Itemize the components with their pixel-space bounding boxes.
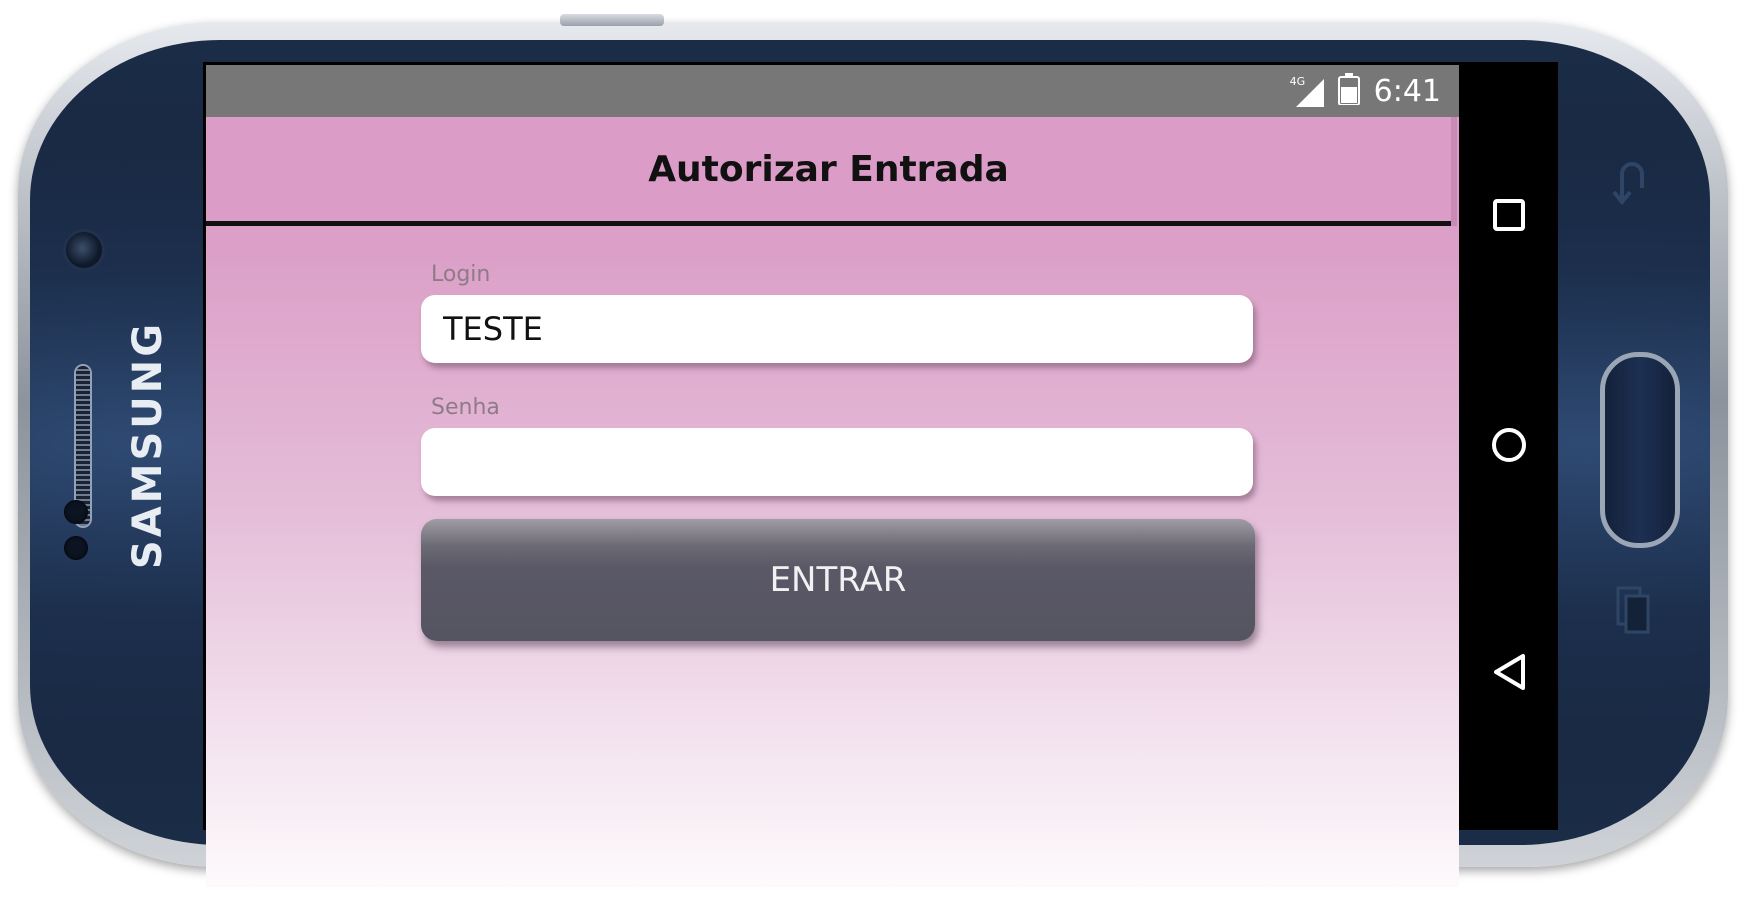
phone-screen: 4G 6:41 Autorizar Entrada Login TESTE Se… [203, 62, 1558, 887]
network-type-label: 4G [1289, 75, 1306, 88]
page-title: Autorizar Entrada [648, 148, 1009, 190]
signal-icon: 4G [1290, 75, 1324, 107]
app-content: Autorizar Entrada Login Senha ENTRAR [206, 117, 1459, 887]
status-time: 6:41 [1373, 73, 1441, 109]
proximity-sensor [64, 500, 88, 524]
app-bar: Autorizar Entrada [206, 117, 1451, 226]
status-icons: 4G 6:41 [1290, 65, 1441, 117]
nav-recents-button[interactable] [1459, 170, 1558, 260]
hardware-recent-apps-icon [1614, 584, 1654, 647]
triangle-back-icon [1493, 654, 1525, 690]
status-bar: 4G 6:41 [206, 65, 1459, 117]
nav-home-button[interactable] [1459, 400, 1558, 490]
navigation-bar [1459, 62, 1558, 830]
password-input[interactable] [421, 428, 1253, 496]
hardware-back-icon [1610, 160, 1650, 219]
top-side-button [560, 14, 664, 26]
nav-back-button[interactable] [1459, 627, 1558, 717]
front-camera [66, 232, 102, 268]
light-sensor [64, 536, 88, 560]
login-input[interactable] [421, 295, 1253, 363]
brand-logo: SAMSUNG [125, 320, 171, 570]
password-label: Senha [431, 395, 500, 420]
enter-button[interactable]: ENTRAR [421, 519, 1255, 641]
circle-home-icon [1491, 428, 1526, 462]
hardware-home-button[interactable] [1600, 352, 1680, 548]
battery-icon [1337, 73, 1360, 109]
square-recents-icon [1492, 199, 1525, 231]
device-mockup: SAMSUNG 4G 6:41 Autorizar Entrada Login … [0, 0, 1745, 900]
login-label: Login [431, 262, 491, 287]
